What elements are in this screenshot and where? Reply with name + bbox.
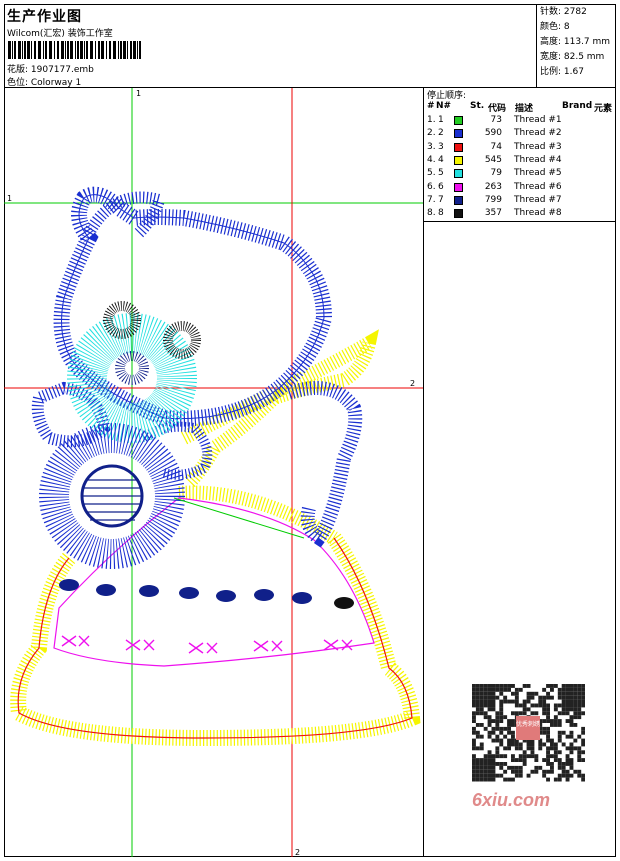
row-num: 6. (427, 181, 436, 192)
row-desc: Thread #1 (514, 115, 562, 125)
guide-label-top: 1 (136, 89, 141, 98)
watermark-logo: 6xiu.com (472, 790, 551, 810)
design-canvas: 1 1 2 2 (4, 88, 424, 857)
row-desc: Thread #2 (514, 128, 562, 139)
stop-sequence-row[interactable]: 7. 7 799 Thread #7 (424, 195, 616, 208)
thread-color-swatch (454, 129, 463, 139)
color-count: 颜色: 8 (540, 22, 570, 32)
col-num: # (427, 101, 435, 111)
col-code: 代码 (488, 104, 507, 114)
row-no: 4 (438, 154, 444, 165)
row-no: 3 (438, 141, 444, 152)
design-file: 花版: 1907177.emb (7, 65, 94, 75)
bear-head (53, 186, 333, 427)
company-name: Wilcom(汇宏) 装饰工作室 (7, 29, 113, 39)
design-scale: 比例: 1.67 (540, 67, 584, 77)
col-no: N# (436, 101, 452, 111)
stop-sequence-row[interactable]: 5. 5 79 Thread #5 (424, 168, 616, 181)
thread-color-swatch (454, 116, 463, 125)
thread-color-swatch (454, 182, 463, 192)
guide-label-right: 2 (410, 379, 415, 388)
row-desc: Thread #4 (514, 154, 562, 165)
row-code: 545 (484, 154, 502, 165)
col-st: St. (470, 101, 485, 111)
col-desc: 描述 (515, 104, 534, 114)
stats-panel: 针数: 2782 颜色: 8 高度: 113.7 mm 宽度: 82.5 mm … (536, 4, 616, 88)
embroidery-preview: 1 1 2 2 (4, 88, 423, 857)
row-no: 5 (438, 168, 444, 179)
guide-label-left: 1 (7, 194, 12, 203)
design-height: 高度: 113.7 mm (540, 37, 611, 47)
stop-sequence-row[interactable]: 2. 2 590 Thread #2 (424, 128, 616, 141)
row-no: 1 (438, 115, 444, 125)
row-no: 6 (438, 181, 444, 192)
row-num: 5. (427, 168, 436, 179)
row-num: 7. (427, 194, 436, 205)
thread-color-swatch (454, 195, 463, 205)
row-desc: Thread #6 (514, 181, 562, 192)
row-num: 4. (427, 154, 436, 165)
row-desc: Thread #3 (514, 141, 562, 152)
design-width: 宽度: 82.5 mm (540, 52, 605, 62)
dress-dots (59, 579, 354, 609)
stop-sequence-row[interactable]: 6. 6 263 Thread #6 (424, 182, 616, 195)
sheet-header: 生产作业图 Wilcom(汇宏) 装饰工作室 花版: 1907177.emb 色… (4, 4, 616, 88)
guide-label-bottom: 2 (295, 848, 300, 857)
stop-sequence-header: # N# St. 代码 描述 Brand 元素 (424, 101, 616, 114)
row-no: 8 (438, 208, 444, 219)
thread-color-swatch (454, 142, 463, 152)
stop-sequence-title: 停止顺序: (427, 91, 467, 101)
row-no: 2 (438, 128, 444, 139)
row-code: 590 (484, 128, 502, 139)
bear-belly-lines (83, 479, 142, 521)
thread-color-swatch (454, 209, 463, 219)
row-code: 799 (484, 194, 502, 205)
row-code: 357 (484, 208, 502, 219)
scarf (180, 329, 379, 488)
row-desc: Thread #7 (514, 194, 562, 205)
panel-divider (424, 221, 616, 222)
dress-cross-stitches (61, 635, 353, 654)
stop-sequence-row[interactable]: 4. 4 545 Thread #4 (424, 155, 616, 168)
col-element: 元素 (594, 104, 613, 114)
row-no: 7 (438, 194, 444, 205)
row-desc: Thread #5 (514, 168, 562, 179)
row-code: 74 (490, 141, 502, 152)
thread-color-swatch (454, 155, 463, 165)
stop-sequence-row[interactable]: 1. 1 73 Thread #1 (424, 115, 616, 128)
qr-code: 优秀刺绣 (470, 682, 585, 782)
row-code: 263 (484, 181, 502, 192)
stop-sequence-row[interactable]: 3. 3 74 Thread #3 (424, 142, 616, 155)
row-desc: Thread #8 (514, 208, 562, 219)
stitch-count: 针数: 2782 (540, 7, 587, 17)
barcode (8, 41, 141, 59)
row-code: 73 (490, 115, 502, 125)
row-code: 79 (490, 168, 502, 179)
col-brand: Brand (562, 101, 593, 111)
thread-color-swatch (454, 169, 463, 179)
stop-sequence-row[interactable]: 8. 8 357 Thread #8 (424, 208, 616, 221)
colorway: 色位: Colorway 1 (7, 78, 82, 88)
sheet-title: 生产作业图 (7, 9, 82, 25)
row-num: 3. (427, 141, 436, 152)
row-num: 1. (427, 115, 436, 125)
qr-badge-text: 优秀刺绣 (516, 720, 540, 728)
dress-hem (10, 485, 421, 747)
row-num: 8. (427, 208, 436, 219)
row-num: 2. (427, 128, 436, 139)
